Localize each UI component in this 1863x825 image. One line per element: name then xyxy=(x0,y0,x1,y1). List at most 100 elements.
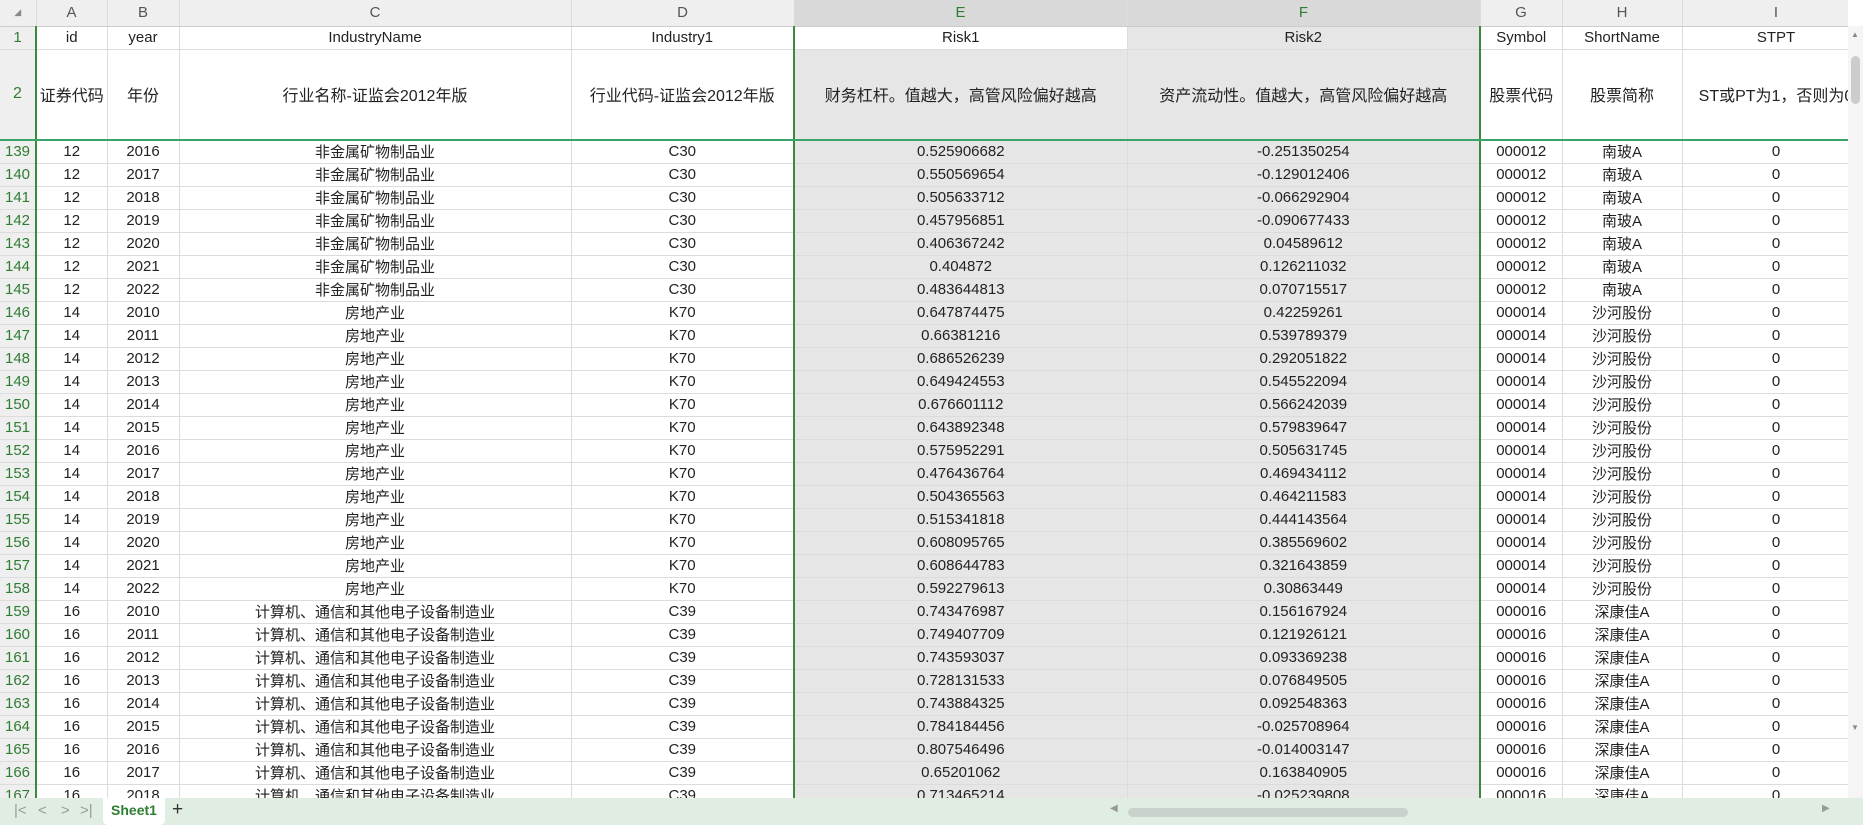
cell-e[interactable]: 0.483644813 xyxy=(793,278,1128,302)
cell-e[interactable]: 0.504365563 xyxy=(793,485,1128,509)
cell-i[interactable]: 0 xyxy=(1682,600,1848,624)
cell-i[interactable]: 0 xyxy=(1682,554,1848,578)
cell-b[interactable]: 2019 xyxy=(107,209,180,233)
cell-g[interactable]: 000014 xyxy=(1480,347,1563,371)
prev-sheet-icon[interactable]: < xyxy=(38,802,47,819)
cell-a[interactable]: 12 xyxy=(36,186,108,210)
cell-a[interactable]: 16 xyxy=(36,623,108,647)
row-number[interactable]: 2 xyxy=(0,49,37,141)
cell-c[interactable]: 计算机、通信和其他电子设备制造业 xyxy=(179,738,572,762)
cell-c[interactable]: 房地产业 xyxy=(179,508,572,532)
header-cell-g[interactable]: Symbol xyxy=(1480,26,1563,50)
cell-a[interactable]: 12 xyxy=(36,163,108,187)
cell-i[interactable]: 0 xyxy=(1682,163,1848,187)
cell-h[interactable]: 南玻A xyxy=(1562,278,1683,302)
cell-h[interactable]: 深康佳A xyxy=(1562,738,1683,762)
cell-i[interactable]: 0 xyxy=(1682,278,1848,302)
cell-d[interactable]: C30 xyxy=(571,186,795,210)
row-number[interactable]: 148 xyxy=(0,347,37,371)
cell-d[interactable]: C39 xyxy=(571,692,795,716)
cell-c[interactable]: 计算机、通信和其他电子设备制造业 xyxy=(179,646,572,670)
cell-i[interactable]: 0 xyxy=(1682,623,1848,647)
row-number[interactable]: 151 xyxy=(0,416,37,440)
cell-b[interactable]: 2012 xyxy=(107,646,180,670)
cell-h[interactable]: 深康佳A xyxy=(1562,623,1683,647)
cell-g[interactable]: 000014 xyxy=(1480,462,1563,486)
cell-h[interactable]: 南玻A xyxy=(1562,186,1683,210)
cell-h[interactable]: 沙河股份 xyxy=(1562,531,1683,555)
row-number[interactable]: 144 xyxy=(0,255,37,279)
cell-b[interactable]: 2017 xyxy=(107,462,180,486)
row-number[interactable]: 1 xyxy=(0,26,37,50)
cell-h[interactable]: 沙河股份 xyxy=(1562,324,1683,348)
cell-f[interactable]: 0.469434112 xyxy=(1127,462,1481,486)
cell-c[interactable]: 房地产业 xyxy=(179,324,572,348)
cell-h[interactable]: 南玻A xyxy=(1562,232,1683,256)
cell-e[interactable]: 0.476436764 xyxy=(793,462,1128,486)
row-number[interactable]: 141 xyxy=(0,186,37,210)
header-cell-d[interactable]: 行业代码-证监会2012年版 xyxy=(571,49,795,141)
cell-g[interactable]: 000016 xyxy=(1480,738,1563,762)
cell-a[interactable]: 14 xyxy=(36,416,108,440)
vertical-scroll-thumb[interactable] xyxy=(1851,56,1860,104)
cell-i[interactable]: 0 xyxy=(1682,738,1848,762)
row-number[interactable]: 153 xyxy=(0,462,37,486)
cell-g[interactable]: 000016 xyxy=(1480,646,1563,670)
cell-h[interactable]: 深康佳A xyxy=(1562,669,1683,693)
cell-f[interactable]: -0.025708964 xyxy=(1127,715,1481,739)
row-number[interactable]: 155 xyxy=(0,508,37,532)
cell-h[interactable]: 沙河股份 xyxy=(1562,485,1683,509)
cell-e[interactable]: 0.749407709 xyxy=(793,623,1128,647)
cell-f[interactable]: -0.090677433 xyxy=(1127,209,1481,233)
cell-a[interactable]: 14 xyxy=(36,347,108,371)
cell-a[interactable]: 12 xyxy=(36,255,108,279)
cell-e[interactable]: 0.515341818 xyxy=(793,508,1128,532)
scroll-up-icon[interactable]: ▲ xyxy=(1851,30,1859,39)
cell-c[interactable]: 房地产业 xyxy=(179,370,572,394)
cell-f[interactable]: 0.070715517 xyxy=(1127,278,1481,302)
row-number[interactable]: 167 xyxy=(0,784,37,798)
cell-e[interactable]: 0.608644783 xyxy=(793,554,1128,578)
cell-g[interactable]: 000016 xyxy=(1480,715,1563,739)
cell-b[interactable]: 2018 xyxy=(107,186,180,210)
column-header-a[interactable]: A xyxy=(36,0,108,27)
row-number[interactable]: 147 xyxy=(0,324,37,348)
column-header-c[interactable]: C xyxy=(179,0,572,27)
cell-e[interactable]: 0.575952291 xyxy=(793,439,1128,463)
cell-g[interactable]: 000012 xyxy=(1480,163,1563,187)
cell-d[interactable]: C39 xyxy=(571,715,795,739)
row-number[interactable]: 142 xyxy=(0,209,37,233)
cell-f[interactable]: -0.129012406 xyxy=(1127,163,1481,187)
cell-g[interactable]: 000014 xyxy=(1480,324,1563,348)
cell-d[interactable]: C39 xyxy=(571,784,795,798)
cell-f[interactable]: 0.321643859 xyxy=(1127,554,1481,578)
row-number[interactable]: 161 xyxy=(0,646,37,670)
header-cell-h[interactable]: 股票简称 xyxy=(1562,49,1683,141)
cell-g[interactable]: 000014 xyxy=(1480,439,1563,463)
cell-d[interactable]: C39 xyxy=(571,646,795,670)
cell-i[interactable]: 0 xyxy=(1682,439,1848,463)
row-number[interactable]: 154 xyxy=(0,485,37,509)
cell-d[interactable]: C39 xyxy=(571,738,795,762)
cell-e[interactable]: 0.807546496 xyxy=(793,738,1128,762)
cell-g[interactable]: 000012 xyxy=(1480,232,1563,256)
cell-g[interactable]: 000014 xyxy=(1480,485,1563,509)
cell-h[interactable]: 南玻A xyxy=(1562,255,1683,279)
cell-a[interactable]: 14 xyxy=(36,324,108,348)
cell-h[interactable]: 沙河股份 xyxy=(1562,416,1683,440)
cell-i[interactable]: 0 xyxy=(1682,255,1848,279)
cell-i[interactable]: 0 xyxy=(1682,462,1848,486)
select-all-corner[interactable]: ◢ xyxy=(0,0,37,27)
cell-b[interactable]: 2020 xyxy=(107,232,180,256)
cell-e[interactable]: 0.550569654 xyxy=(793,163,1128,187)
cell-e[interactable]: 0.457956851 xyxy=(793,209,1128,233)
cell-e[interactable]: 0.505633712 xyxy=(793,186,1128,210)
cell-g[interactable]: 000014 xyxy=(1480,416,1563,440)
cell-b[interactable]: 2013 xyxy=(107,370,180,394)
cell-a[interactable]: 12 xyxy=(36,140,108,164)
cell-d[interactable]: K70 xyxy=(571,485,795,509)
cell-b[interactable]: 2019 xyxy=(107,508,180,532)
cell-g[interactable]: 000016 xyxy=(1480,600,1563,624)
header-cell-b[interactable]: year xyxy=(107,26,180,50)
cell-d[interactable]: C30 xyxy=(571,278,795,302)
